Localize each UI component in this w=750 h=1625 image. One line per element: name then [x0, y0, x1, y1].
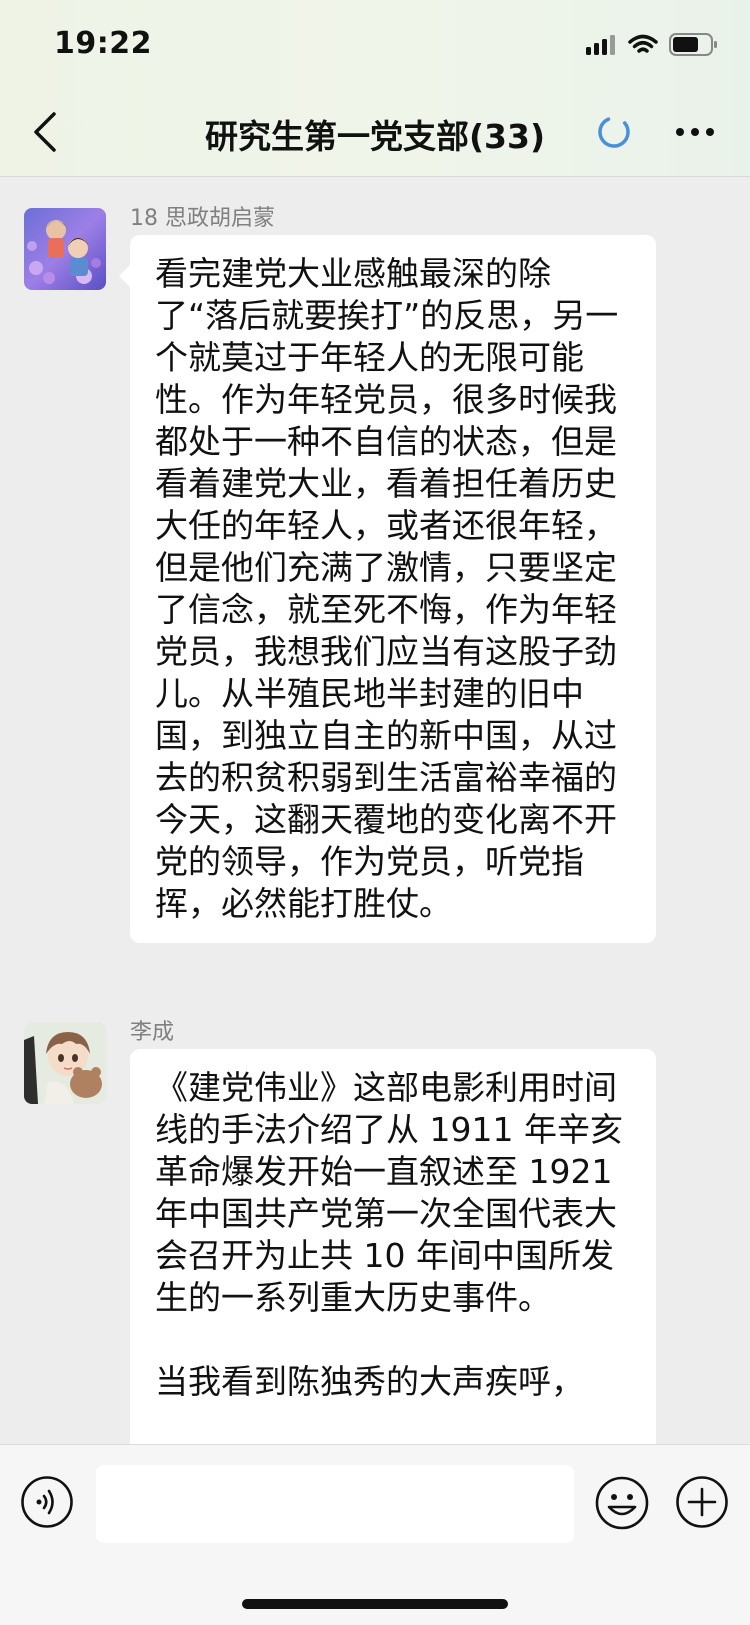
anime-couple-avatar-image	[24, 208, 106, 290]
anime-boy-avatar-image	[24, 1022, 106, 1104]
voice-input-icon[interactable]	[20, 1475, 74, 1529]
plus-icon[interactable]	[675, 1475, 729, 1529]
more-options-icon[interactable]	[672, 120, 718, 144]
wifi-icon	[628, 34, 658, 53]
back-icon[interactable]	[28, 108, 64, 156]
message-input[interactable]	[96, 1465, 574, 1543]
emoji-icon[interactable]	[594, 1475, 650, 1531]
top-bar: 19:22 研究生第一党支部(33)	[0, 0, 750, 177]
status-time: 19:22	[54, 26, 152, 61]
loading-spinner-icon	[598, 116, 630, 148]
input-bar	[0, 1444, 750, 1625]
signal-icon	[586, 35, 615, 55]
avatar[interactable]	[24, 208, 106, 290]
message-bubble[interactable]: 看完建党大业感触最深的除了“落后就要挨打”的反思，另一个就莫过于年轻人的无限可能…	[119, 235, 656, 943]
sender-name: 李成	[130, 1020, 175, 1045]
sender-name: 18 思政胡启蒙	[130, 206, 275, 231]
battery-icon	[669, 33, 717, 56]
avatar[interactable]	[24, 1022, 106, 1104]
home-indicator	[242, 1599, 508, 1609]
chat-title: 研究生第一党支部(33)	[204, 117, 546, 156]
status-icons	[586, 33, 717, 56]
